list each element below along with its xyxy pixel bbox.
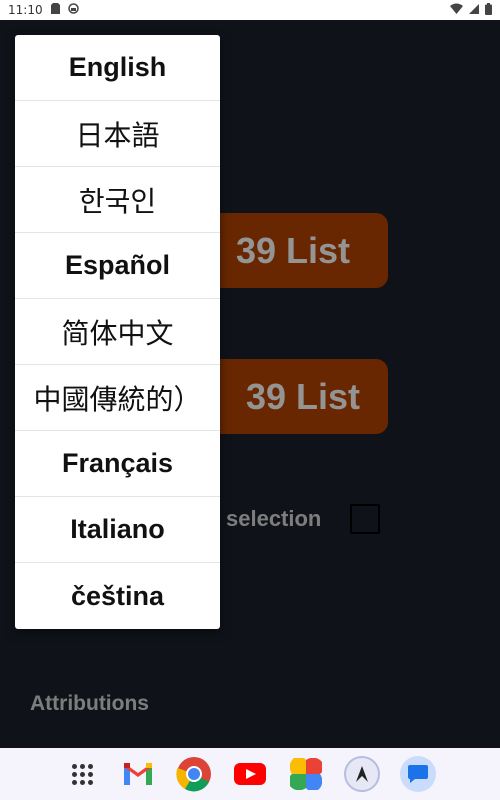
photos-icon[interactable] bbox=[288, 756, 324, 792]
app-dock bbox=[0, 748, 500, 800]
status-time: 11:10 bbox=[8, 3, 43, 17]
battery-icon bbox=[485, 2, 492, 18]
chrome-icon[interactable] bbox=[176, 756, 212, 792]
wifi-icon bbox=[450, 3, 463, 17]
language-option-korean[interactable]: 한국인 bbox=[15, 167, 220, 233]
language-option-spanish[interactable]: Español bbox=[15, 233, 220, 299]
status-bar: 11:10 bbox=[0, 0, 500, 20]
language-option-italian[interactable]: Italiano bbox=[15, 497, 220, 563]
app-drawer-icon[interactable] bbox=[64, 756, 100, 792]
language-option-czech[interactable]: čeština bbox=[15, 563, 220, 629]
gmail-icon[interactable] bbox=[120, 756, 156, 792]
language-option-english[interactable]: English bbox=[15, 35, 220, 101]
language-dropdown-menu: English 日本語 한국인 Español 简体中文 中國傳統的） Fran… bbox=[15, 35, 220, 629]
messages-icon[interactable] bbox=[400, 756, 436, 792]
language-option-french[interactable]: Français bbox=[15, 431, 220, 497]
language-option-simplified-chinese[interactable]: 简体中文 bbox=[15, 299, 220, 365]
sim-card-icon bbox=[50, 3, 60, 17]
signal-icon bbox=[469, 3, 479, 17]
language-option-traditional-chinese[interactable]: 中國傳統的） bbox=[15, 365, 220, 431]
youtube-icon[interactable] bbox=[232, 756, 268, 792]
language-option-japanese[interactable]: 日本語 bbox=[15, 101, 220, 167]
sync-status-icon bbox=[67, 3, 79, 17]
custom-app-icon[interactable] bbox=[344, 756, 380, 792]
